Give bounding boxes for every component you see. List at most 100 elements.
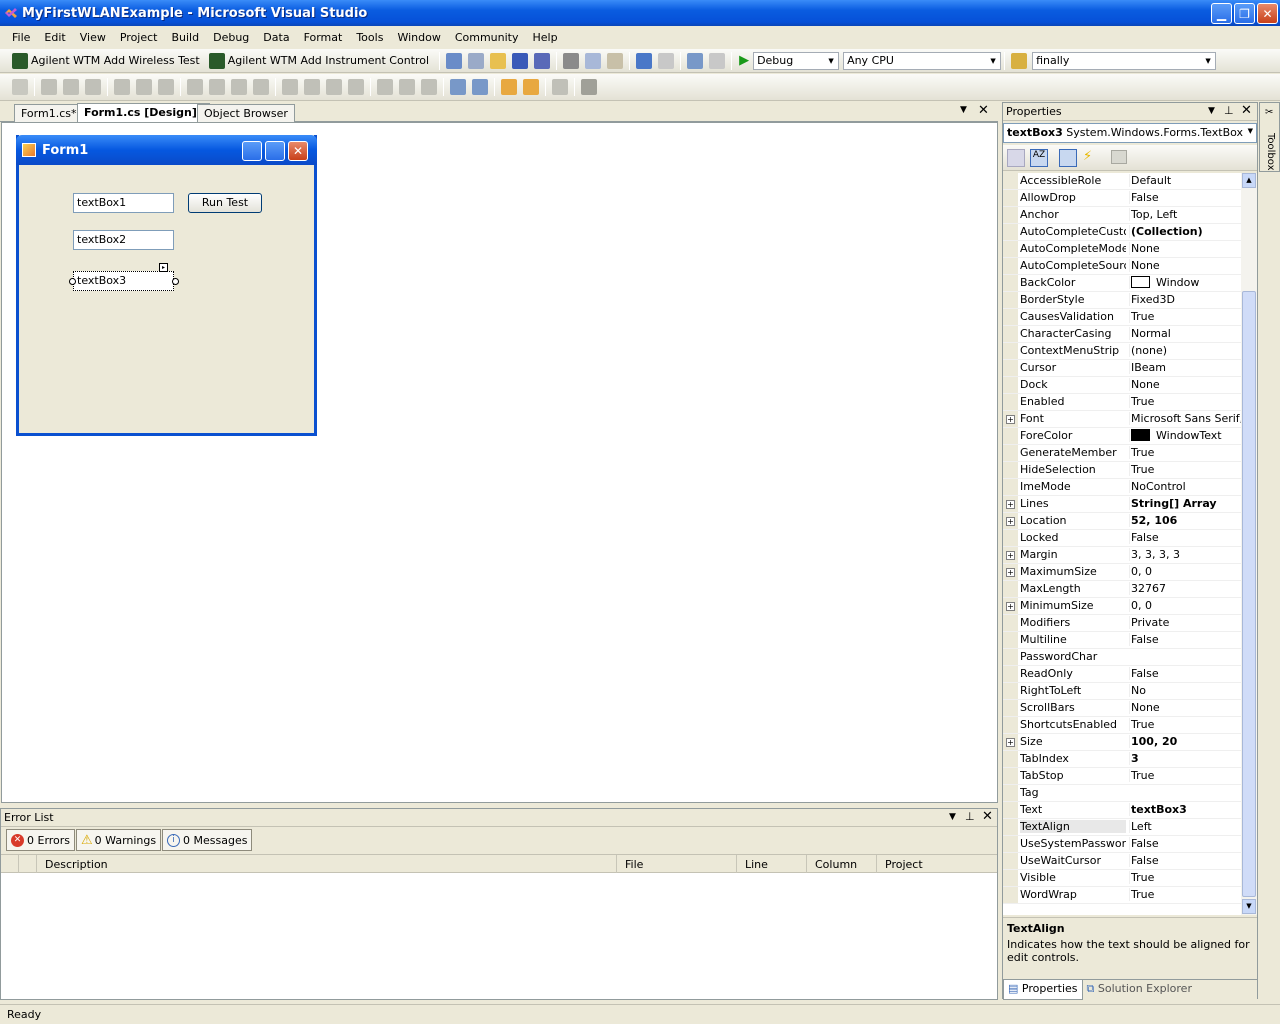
property-value[interactable]: WindowText	[1129, 429, 1241, 442]
increase-horizontal-spacing-icon[interactable]	[304, 79, 320, 95]
property-row[interactable]: + MaximumSize 0, 0	[1003, 564, 1241, 581]
save-icon[interactable]	[512, 52, 529, 69]
menu-format[interactable]: Format	[297, 31, 350, 44]
property-value[interactable]: Normal	[1129, 327, 1241, 340]
property-row[interactable]: ShortcutsEnabled True	[1003, 717, 1241, 734]
errors-filter-button[interactable]: ✕ 0 Errors	[6, 829, 76, 851]
center-vertically-icon[interactable]	[472, 79, 488, 95]
tab-object-browser[interactable]: Object Browser	[197, 104, 295, 122]
column-description[interactable]: Description	[37, 855, 617, 873]
property-row[interactable]: AllowDrop False	[1003, 190, 1241, 207]
save-all-icon[interactable]	[534, 52, 551, 69]
pin-icon[interactable]: ⊥	[965, 810, 975, 823]
maximize-button[interactable]: ❐	[1234, 3, 1255, 24]
property-value[interactable]: 52, 106	[1129, 514, 1241, 527]
expand-icon[interactable]: +	[1006, 415, 1015, 424]
property-value[interactable]: Top, Left	[1129, 208, 1241, 221]
remove-horizontal-spacing-icon[interactable]	[348, 79, 364, 95]
make-same-width-icon[interactable]	[187, 79, 203, 95]
resize-handle-left[interactable]	[69, 278, 76, 285]
form-maximize-button[interactable]	[265, 141, 285, 161]
property-row[interactable]: BorderStyle Fixed3D	[1003, 292, 1241, 309]
property-value[interactable]: 3, 3, 3, 3	[1129, 548, 1241, 561]
lock-controls-icon[interactable]	[581, 79, 597, 95]
property-row[interactable]: + Location 52, 106	[1003, 513, 1241, 530]
close-icon[interactable]: ✕	[978, 103, 989, 118]
property-value[interactable]: None	[1129, 378, 1241, 391]
redo-icon[interactable]	[658, 52, 675, 69]
menu-window[interactable]: Window	[390, 31, 447, 44]
solution-configuration-combo[interactable]: Debug ▼	[753, 51, 840, 70]
property-value[interactable]: Private	[1129, 616, 1241, 629]
property-value[interactable]: Microsoft Sans Serif, 8.	[1129, 412, 1241, 425]
smart-tag-icon[interactable]: ▸	[159, 263, 168, 272]
property-row[interactable]: AutoCompleteSource None	[1003, 258, 1241, 275]
property-value[interactable]: No	[1129, 684, 1241, 697]
property-row[interactable]: UseSystemPasswordC False	[1003, 836, 1241, 853]
categorized-icon[interactable]	[1007, 149, 1025, 167]
nav-forward-icon[interactable]	[709, 52, 726, 69]
property-value[interactable]: String[] Array	[1129, 497, 1241, 510]
align-to-grid-icon[interactable]	[12, 79, 28, 95]
property-row[interactable]: + Margin 3, 3, 3, 3	[1003, 547, 1241, 564]
property-grid-scrollbar[interactable]: ▲ ▼	[1241, 173, 1257, 915]
menu-view[interactable]: View	[73, 31, 113, 44]
property-row[interactable]: Enabled True	[1003, 394, 1241, 411]
make-same-height-icon[interactable]	[231, 79, 247, 95]
add-item-icon[interactable]	[468, 52, 485, 69]
property-value[interactable]: 32767	[1129, 582, 1241, 595]
undo-icon[interactable]	[636, 52, 653, 69]
pin-icon[interactable]: ⊥	[1224, 104, 1234, 117]
property-row[interactable]: + Lines String[] Array	[1003, 496, 1241, 513]
close-icon[interactable]: ✕	[1241, 103, 1252, 118]
start-debugging-icon[interactable]: ▶	[739, 53, 749, 68]
property-row[interactable]: + MinimumSize 0, 0	[1003, 598, 1241, 615]
property-pages-icon[interactable]	[1111, 150, 1127, 164]
solution-platform-combo[interactable]: Any CPU ▼	[843, 51, 1002, 70]
property-row[interactable]: TabIndex 3	[1003, 751, 1241, 768]
property-value[interactable]: 0, 0	[1129, 599, 1241, 612]
property-value[interactable]: Window	[1129, 276, 1241, 289]
property-value[interactable]: None	[1129, 259, 1241, 272]
tab-order-icon[interactable]	[552, 79, 568, 95]
size-to-grid-icon[interactable]	[209, 79, 225, 95]
property-row[interactable]: Visible True	[1003, 870, 1241, 887]
scrollbar-thumb[interactable]	[1242, 291, 1256, 897]
property-value[interactable]: False	[1129, 837, 1241, 850]
property-value[interactable]: False	[1129, 633, 1241, 646]
textbox1[interactable]: textBox1	[73, 193, 174, 213]
property-value[interactable]: (Collection)	[1129, 225, 1241, 238]
property-row[interactable]: TabStop True	[1003, 768, 1241, 785]
events-icon[interactable]: ⚡	[1083, 149, 1092, 164]
increase-vertical-spacing-icon[interactable]	[399, 79, 415, 95]
menu-data[interactable]: Data	[256, 31, 296, 44]
property-row[interactable]: Modifiers Private	[1003, 615, 1241, 632]
textbox2[interactable]: textBox2	[73, 230, 174, 250]
make-same-size-icon[interactable]	[253, 79, 269, 95]
menu-tools[interactable]: Tools	[349, 31, 390, 44]
property-value[interactable]: 3	[1129, 752, 1241, 765]
center-horizontally-icon[interactable]	[450, 79, 466, 95]
warnings-filter-button[interactable]: ⚠ 0 Warnings	[76, 829, 162, 851]
property-value[interactable]: True	[1129, 446, 1241, 459]
expand-icon[interactable]: +	[1006, 568, 1015, 577]
find-in-files-icon[interactable]	[1011, 52, 1028, 69]
column-column[interactable]: Column	[807, 855, 877, 873]
cut-icon[interactable]	[563, 52, 580, 69]
menu-community[interactable]: Community	[448, 31, 526, 44]
property-value[interactable]: False	[1129, 854, 1241, 867]
property-value[interactable]: False	[1129, 191, 1241, 204]
find-combo[interactable]: finally ▼	[1032, 51, 1217, 70]
tab-form1-design[interactable]: Form1.cs [Design]*	[77, 103, 210, 123]
property-row[interactable]: ScrollBars None	[1003, 700, 1241, 717]
property-row[interactable]: Multiline False	[1003, 632, 1241, 649]
property-row[interactable]: Cursor IBeam	[1003, 360, 1241, 377]
property-value[interactable]: False	[1129, 531, 1241, 544]
expand-icon[interactable]: +	[1006, 517, 1015, 526]
menu-project[interactable]: Project	[113, 31, 165, 44]
column-icon[interactable]	[19, 855, 37, 873]
column-file[interactable]: File	[617, 855, 737, 873]
property-row[interactable]: HideSelection True	[1003, 462, 1241, 479]
property-row[interactable]: Tag	[1003, 785, 1241, 802]
form-designer-window[interactable]: Form1 ✕ textBox1 Run Test textBox2 textB…	[16, 135, 317, 436]
